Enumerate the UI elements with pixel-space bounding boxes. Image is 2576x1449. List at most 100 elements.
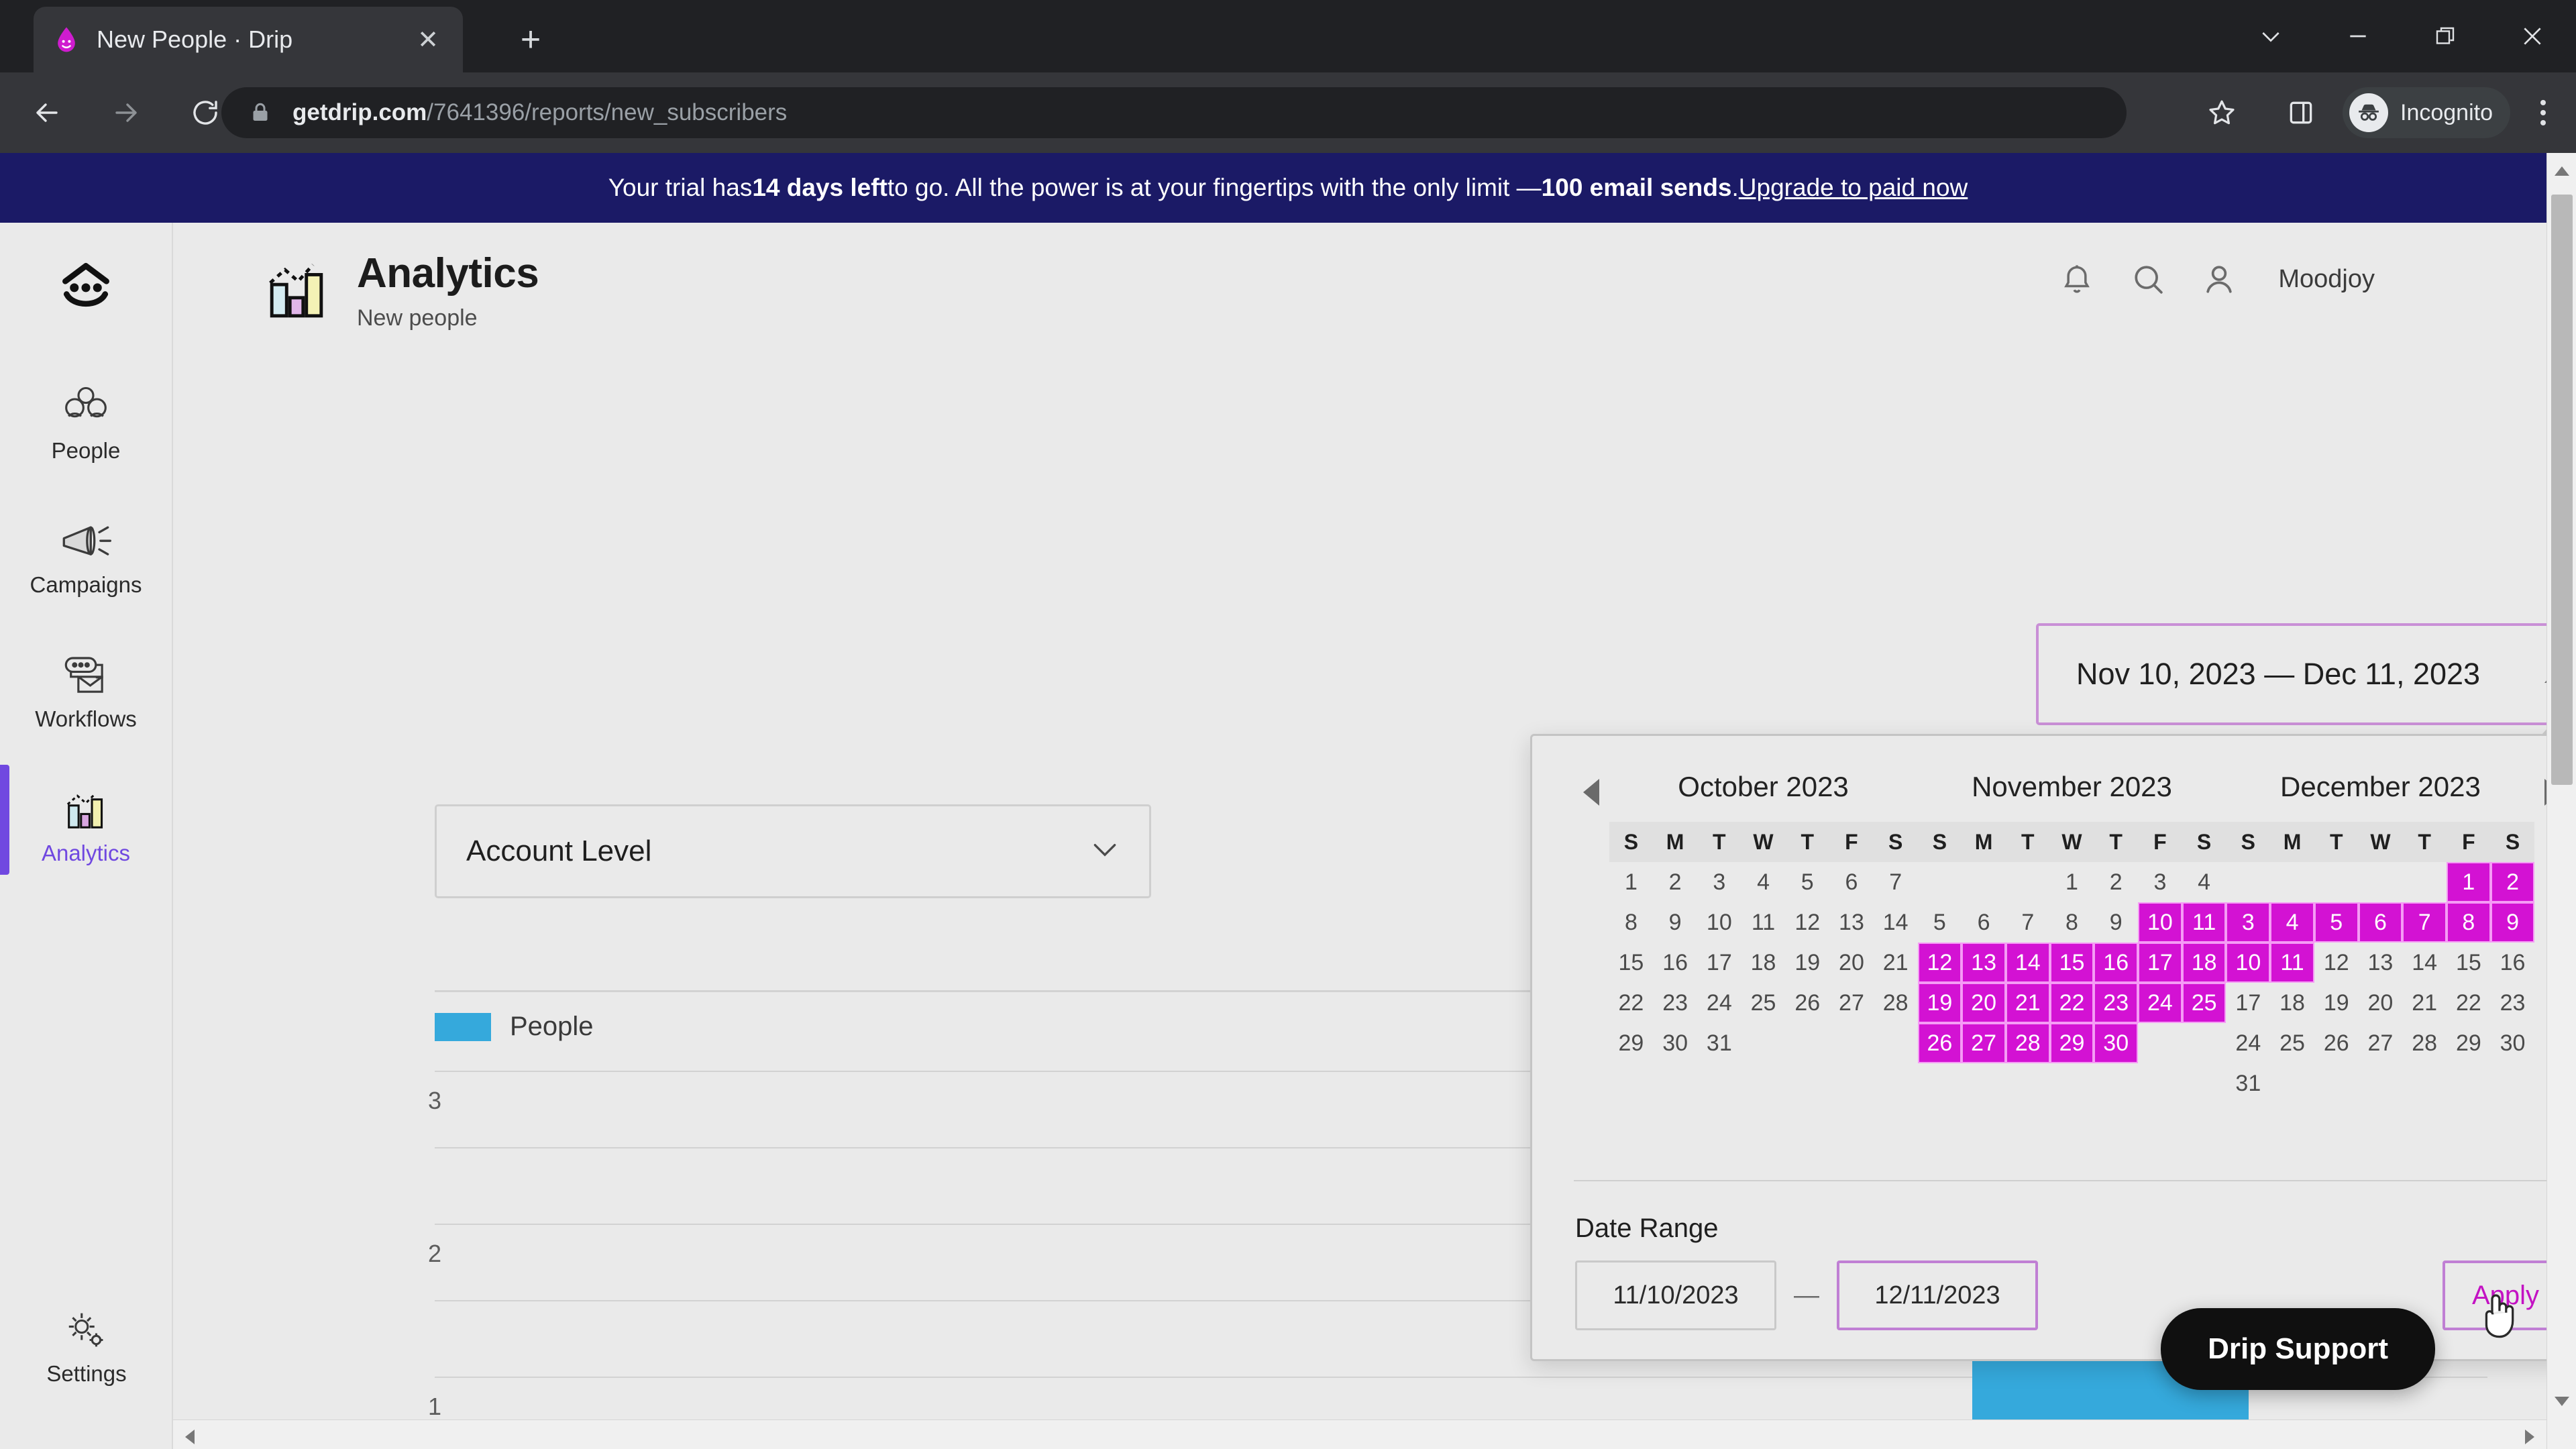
calendar-day[interactable]: 9 — [1653, 902, 1697, 943]
calendar-day[interactable]: 11 — [2182, 902, 2226, 943]
calendar-day[interactable]: 10 — [2226, 943, 2271, 983]
calendar-day[interactable]: 25 — [2270, 1023, 2314, 1063]
calendar-day[interactable]: 5 — [1918, 902, 1962, 943]
bell-icon[interactable] — [2058, 260, 2096, 298]
calendar-day[interactable]: 15 — [1609, 943, 1654, 983]
calendar-day[interactable]: 18 — [2270, 983, 2314, 1023]
calendar-day[interactable]: 20 — [1962, 983, 2006, 1023]
calendar-day[interactable]: 19 — [1917, 983, 1962, 1023]
restore-icon[interactable] — [2402, 0, 2489, 72]
sidebar-item-settings[interactable]: Settings — [0, 1273, 173, 1407]
close-icon[interactable]: ✕ — [411, 22, 445, 57]
calendar-day[interactable]: 27 — [1829, 983, 1874, 1023]
scroll-right-arrow-icon[interactable] — [2525, 1430, 2534, 1444]
calendar-day[interactable]: 11 — [1741, 902, 1786, 943]
sidebar-item-people[interactable]: People — [0, 350, 172, 484]
calendar-day[interactable]: 3 — [2226, 902, 2271, 943]
account-name[interactable]: Moodjoy — [2278, 265, 2375, 294]
horizontal-scrollbar[interactable] — [173, 1419, 2546, 1449]
account-level-select[interactable]: Account Level — [435, 804, 1151, 898]
calendar-day[interactable]: 13 — [1962, 943, 2006, 983]
calendar-day[interactable]: 12 — [2314, 943, 2359, 983]
calendar-day[interactable]: 29 — [1609, 1023, 1654, 1063]
calendar-day[interactable]: 13 — [2359, 943, 2403, 983]
calendar-day[interactable]: 4 — [1741, 862, 1786, 902]
calendar-day[interactable]: 12 — [1917, 943, 1962, 983]
calendar-day[interactable]: 21 — [2005, 983, 2050, 1023]
calendar-day[interactable]: 26 — [1785, 983, 1829, 1023]
calendar-day[interactable]: 23 — [2491, 983, 2535, 1023]
calendar-day[interactable]: 4 — [2270, 902, 2314, 943]
calendar-day[interactable]: 25 — [2182, 983, 2226, 1023]
sidebar-item-workflows[interactable]: Workflows — [0, 619, 172, 753]
calendar-day[interactable]: 18 — [1741, 943, 1786, 983]
calendar-day[interactable]: 8 — [2050, 902, 2094, 943]
calendar-day[interactable]: 14 — [2005, 943, 2050, 983]
calendar-day[interactable]: 30 — [1653, 1023, 1697, 1063]
sidebar-item-campaigns[interactable]: Campaigns — [0, 484, 172, 619]
calendar-day[interactable]: 17 — [2138, 943, 2182, 983]
scroll-down-arrow-icon[interactable] — [2555, 1397, 2569, 1406]
calendar-day[interactable]: 5 — [2314, 902, 2359, 943]
calendar-day[interactable]: 4 — [2182, 862, 2226, 902]
calendar-day[interactable]: 22 — [2447, 983, 2491, 1023]
end-date-input[interactable]: 12/11/2023 — [1837, 1260, 2038, 1330]
calendar-day[interactable]: 21 — [2402, 983, 2447, 1023]
back-arrow-icon[interactable] — [15, 80, 79, 145]
upgrade-link[interactable]: Upgrade to paid now — [1739, 174, 1968, 202]
calendar-day[interactable]: 27 — [2359, 1023, 2403, 1063]
calendar-day[interactable]: 19 — [1785, 943, 1829, 983]
calendar-day[interactable]: 12 — [1785, 902, 1829, 943]
calendar-day[interactable]: 2 — [2094, 862, 2138, 902]
calendar-day[interactable]: 10 — [2138, 902, 2182, 943]
date-range-button[interactable]: Nov 10, 2023 — Dec 11, 2023 — [2036, 623, 2576, 725]
calendar-day[interactable]: 9 — [2490, 902, 2535, 943]
calendar-day[interactable]: 26 — [1917, 1023, 1962, 1063]
calendar-day[interactable]: 18 — [2182, 943, 2226, 983]
calendar-day[interactable]: 26 — [2314, 1023, 2359, 1063]
search-icon[interactable] — [2129, 260, 2167, 298]
calendar-day[interactable]: 14 — [1874, 902, 1918, 943]
calendar-day[interactable]: 29 — [2049, 1023, 2094, 1063]
calendar-day[interactable]: 6 — [1962, 902, 2006, 943]
star-icon[interactable] — [2190, 80, 2254, 145]
calendar-day[interactable]: 22 — [2049, 983, 2094, 1023]
legend-swatch-people[interactable] — [435, 1012, 491, 1041]
calendar-day[interactable]: 24 — [2138, 983, 2182, 1023]
scroll-left-arrow-icon[interactable] — [185, 1430, 195, 1444]
calendar-day[interactable]: 30 — [2491, 1023, 2535, 1063]
vertical-scrollbar[interactable] — [2546, 153, 2576, 1449]
incognito-profile-button[interactable]: Incognito — [2343, 87, 2510, 138]
calendar-day[interactable]: 23 — [2094, 983, 2139, 1023]
minimize-icon[interactable] — [2314, 0, 2402, 72]
scroll-up-arrow-icon[interactable] — [2555, 166, 2569, 176]
calendar-day[interactable]: 23 — [1653, 983, 1697, 1023]
calendar-day[interactable]: 2 — [2490, 862, 2535, 902]
start-date-input[interactable]: 11/10/2023 — [1575, 1260, 1776, 1330]
calendar-day[interactable]: 20 — [2359, 983, 2403, 1023]
calendar-day[interactable]: 31 — [1697, 1023, 1741, 1063]
calendar-day[interactable]: 19 — [2314, 983, 2359, 1023]
calendar-day[interactable]: 17 — [1697, 943, 1741, 983]
address-bar[interactable]: getdrip.com/7641396/reports/new_subscrib… — [221, 87, 2127, 138]
calendar-day[interactable]: 28 — [2402, 1023, 2447, 1063]
new-tab-button[interactable]: + — [510, 19, 551, 60]
user-icon[interactable] — [2200, 260, 2238, 298]
calendar-day[interactable]: 1 — [2050, 862, 2094, 902]
calendar-day[interactable]: 28 — [1874, 983, 1918, 1023]
close-icon[interactable] — [2489, 0, 2576, 72]
vertical-scrollbar-thumb[interactable] — [2551, 195, 2573, 785]
calendar-day[interactable]: 24 — [2226, 1023, 2270, 1063]
calendar-day[interactable]: 7 — [2006, 902, 2050, 943]
calendar-day[interactable]: 31 — [2226, 1063, 2270, 1104]
calendar-day[interactable]: 9 — [2094, 902, 2138, 943]
sidebar-item-analytics[interactable]: Analytics — [0, 753, 172, 887]
calendar-day[interactable]: 15 — [2447, 943, 2491, 983]
calendar-day[interactable]: 21 — [1874, 943, 1918, 983]
calendar-day[interactable]: 17 — [2226, 983, 2270, 1023]
calendar-day[interactable]: 24 — [1697, 983, 1741, 1023]
calendar-day[interactable]: 6 — [1829, 862, 1874, 902]
calendar-day[interactable]: 22 — [1609, 983, 1654, 1023]
calendar-day[interactable]: 8 — [1609, 902, 1654, 943]
chevron-down-icon[interactable] — [2227, 0, 2314, 72]
